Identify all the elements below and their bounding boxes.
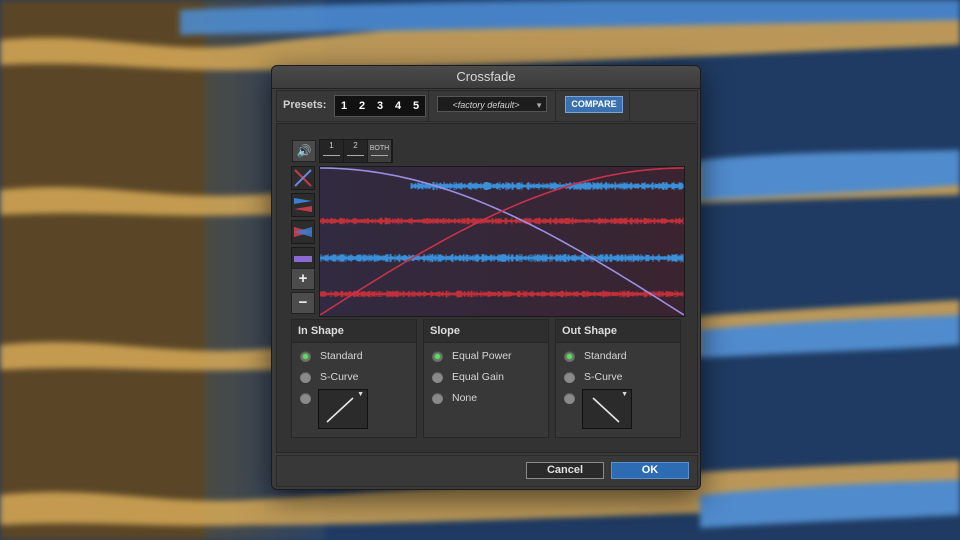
summed-waveform-icon xyxy=(294,256,312,262)
out-shape-standard-option[interactable]: Standard xyxy=(564,348,627,364)
preset-button-4[interactable]: 4 xyxy=(389,96,407,116)
preset-button-2[interactable]: 2 xyxy=(353,96,371,116)
separate-waveform-view-button[interactable] xyxy=(291,193,315,217)
out-shape-scurve-radio[interactable] xyxy=(564,371,575,383)
preset-select-value: <factory default> xyxy=(452,100,520,110)
presets-label: Presets: xyxy=(283,99,327,111)
plus-icon: + xyxy=(298,270,308,287)
in-shape-standard-radio[interactable] xyxy=(300,350,311,362)
track-2-label: 2 xyxy=(353,141,358,150)
track-line-icon xyxy=(371,155,388,156)
track-line-icon xyxy=(323,155,340,156)
preset-button-3[interactable]: 3 xyxy=(371,96,389,116)
preset-button-5[interactable]: 5 xyxy=(407,96,425,116)
zoom-in-button[interactable]: + xyxy=(291,268,315,290)
slope-none-label: None xyxy=(452,392,478,404)
preset-buttons: 1 2 3 4 5 xyxy=(334,95,426,117)
track-both-label: BOTH xyxy=(369,145,390,152)
dropdown-arrow-icon: ▼ xyxy=(357,391,364,398)
out-shape-scurve-label: S-Curve xyxy=(584,371,623,383)
separate-waveform-icon xyxy=(294,198,312,212)
in-shape-preset-radio[interactable] xyxy=(300,392,311,404)
in-shape-preset-option[interactable] xyxy=(300,390,311,406)
preset-select[interactable]: <factory default> ▼ xyxy=(437,96,547,112)
waveform-track-1-b xyxy=(319,253,684,263)
slope-equal-gain-label: Equal Gain xyxy=(452,371,504,383)
overlay-waveform-icon xyxy=(294,227,312,237)
dialog-title: Crossfade xyxy=(272,66,700,89)
out-shape-preset-radio[interactable] xyxy=(564,392,575,404)
track-1-label: 1 xyxy=(329,141,334,150)
compare-button[interactable]: COMPARE xyxy=(565,96,623,113)
dropdown-arrow-icon: ▼ xyxy=(621,391,628,398)
out-shape-standard-label: Standard xyxy=(584,350,627,362)
track-view-buttons: 1 2 BOTH xyxy=(319,139,393,163)
in-shape-scurve-radio[interactable] xyxy=(300,371,311,383)
in-shape-curve-picker[interactable]: ▼ xyxy=(318,389,368,429)
track-both-button[interactable]: BOTH xyxy=(368,140,392,162)
divider xyxy=(629,91,630,121)
cancel-button[interactable]: Cancel xyxy=(526,462,604,479)
in-shape-section: In Shape Standard S-Curve ▼ xyxy=(291,319,417,438)
in-shape-title: In Shape xyxy=(292,320,416,343)
in-shape-scurve-option[interactable]: S-Curve xyxy=(300,369,359,385)
out-shape-scurve-option[interactable]: S-Curve xyxy=(564,369,623,385)
slope-equal-gain-radio[interactable] xyxy=(432,371,443,383)
dropdown-arrow-icon: ▼ xyxy=(535,101,543,110)
crossfade-graph-canvas xyxy=(319,167,685,316)
track-2-button[interactable]: 2 xyxy=(344,140,368,162)
slope-none-radio[interactable] xyxy=(432,392,443,404)
fade-curve-view-button[interactable] xyxy=(291,166,315,190)
crossfade-curves-icon xyxy=(294,169,312,187)
crossfade-editor: 🔊 1 2 BOTH + − In Shape Standard S-Curve… xyxy=(276,123,698,453)
zoom-out-button[interactable]: − xyxy=(291,292,315,314)
out-shape-curve-picker[interactable]: ▼ xyxy=(582,389,632,429)
preset-bar: Presets: 1 2 3 4 5 <factory default> ▼ C… xyxy=(276,90,698,122)
slope-none-option[interactable]: None xyxy=(432,390,477,406)
crossfade-dialog: Crossfade Presets: 1 2 3 4 5 <factory de… xyxy=(271,65,701,490)
track-line-icon xyxy=(347,155,364,156)
slope-equal-power-option[interactable]: Equal Power xyxy=(432,348,512,364)
out-shape-section: Out Shape Standard S-Curve ▼ xyxy=(555,319,681,438)
slope-equal-power-radio[interactable] xyxy=(432,350,443,362)
audition-button[interactable]: 🔊 xyxy=(292,140,316,162)
slope-equal-power-label: Equal Power xyxy=(452,350,512,362)
in-shape-standard-label: Standard xyxy=(320,350,363,362)
ok-button[interactable]: OK xyxy=(611,462,689,479)
in-shape-standard-option[interactable]: Standard xyxy=(300,348,363,364)
speaker-icon: 🔊 xyxy=(296,144,312,158)
preset-button-1[interactable]: 1 xyxy=(335,96,353,116)
crossfade-graph[interactable] xyxy=(319,166,685,317)
out-shape-title: Out Shape xyxy=(556,320,680,343)
out-shape-standard-radio[interactable] xyxy=(564,350,575,362)
in-shape-scurve-label: S-Curve xyxy=(320,371,359,383)
divider xyxy=(428,91,429,121)
overlay-waveform-view-button[interactable] xyxy=(291,220,315,244)
slope-section: Slope Equal Power Equal Gain None xyxy=(423,319,549,438)
track-1-button[interactable]: 1 xyxy=(320,140,344,162)
minus-icon: − xyxy=(298,294,308,311)
dialog-footer: Cancel OK xyxy=(276,455,698,487)
divider xyxy=(555,91,556,121)
slope-equal-gain-option[interactable]: Equal Gain xyxy=(432,369,504,385)
out-shape-preset-option[interactable] xyxy=(564,390,575,406)
slope-title: Slope xyxy=(424,320,548,343)
